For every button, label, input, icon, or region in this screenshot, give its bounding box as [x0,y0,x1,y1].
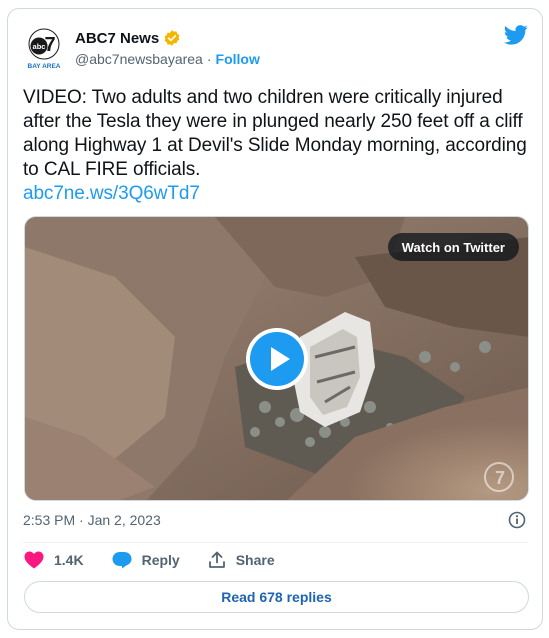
avatar-logo: 7 [44,34,55,56]
watermark-text: 7 [495,468,505,488]
like-count: 1.4K [54,552,84,568]
reply-bubble-icon [112,552,132,569]
separator-dot: · [206,51,212,67]
verified-badge-icon [164,30,180,46]
abc7-watermark-icon: 7 [484,462,514,492]
avatar[interactable]: abc 7 BAY AREA [22,27,66,71]
heart-icon [24,551,44,569]
follow-button[interactable]: Follow [216,51,260,67]
avatar-caption: BAY AREA [28,63,61,70]
play-icon[interactable] [245,327,309,391]
author-name-row: ABC7 News [75,29,181,47]
share-icon [208,551,225,568]
author-handle-row: @abc7newsbayarea · Follow [75,51,260,67]
share-label: Share [235,552,275,568]
divider [23,542,528,543]
reply-button[interactable]: Reply [112,551,180,569]
watch-on-twitter-button[interactable]: Watch on Twitter [387,233,519,261]
tweet-link[interactable]: abc7ne.ws/3Q6wTd7 [23,182,528,206]
tweet-actions: 1.4K Reply Share [24,551,303,569]
tweet-text-block: VIDEO: Two adults and two children were … [23,86,528,206]
author-handle[interactable]: @abc7newsbayarea [75,51,203,67]
author-display-name[interactable]: ABC7 News [75,30,159,47]
info-icon[interactable] [508,511,526,529]
twitter-bird-icon[interactable] [504,25,528,45]
reply-label: Reply [141,552,180,568]
like-button[interactable]: 1.4K [24,551,84,569]
share-button[interactable]: Share [208,551,275,569]
tweet-timestamp[interactable]: 2:53 PM · Jan 2, 2023 [23,512,161,528]
tweet-body: VIDEO: Two adults and two children were … [23,87,527,180]
read-replies-button[interactable]: Read 678 replies [24,581,529,613]
video-thumbnail[interactable]: Watch on Twitter 7 [24,216,529,501]
